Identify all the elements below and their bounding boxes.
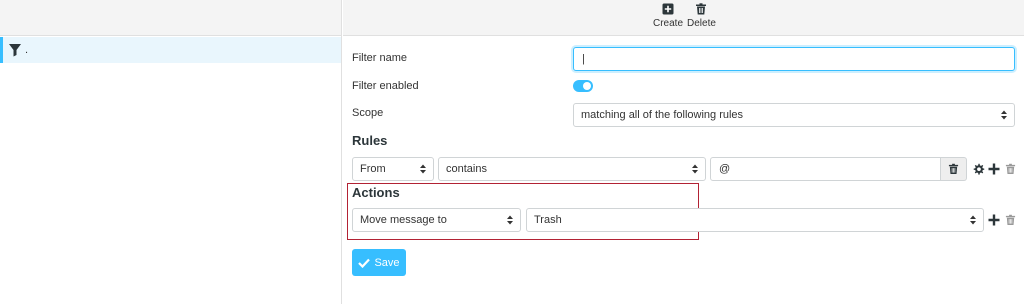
save-button-label: Save [374, 256, 400, 269]
add-rule-button[interactable] [987, 162, 1001, 176]
rule-header-select[interactable]: From [352, 157, 434, 181]
plus-icon [988, 163, 1000, 175]
action-target-value: Trash [534, 214, 562, 226]
rule-value-input[interactable]: @ [710, 157, 941, 181]
scope-select[interactable]: matching all of the following rules [573, 103, 1015, 127]
filter-name-input[interactable]: | [573, 47, 1015, 71]
delete-button-label: Delete [687, 18, 716, 29]
scope-label: Scope [352, 107, 384, 119]
filter-enabled-toggle[interactable] [573, 80, 593, 92]
action-type-value: Move message to [360, 214, 447, 226]
toolbar: Create Delete [343, 0, 1024, 36]
trash-icon [1005, 163, 1015, 175]
delete-button[interactable]: Delete [687, 3, 716, 29]
add-action-button[interactable] [987, 213, 1001, 227]
sort-caret-icon [970, 215, 976, 225]
action-type-select[interactable]: Move message to [352, 208, 521, 232]
filter-enabled-label: Filter enabled [352, 80, 419, 92]
action-target-select[interactable]: Trash [526, 208, 984, 232]
trash-icon [948, 163, 959, 175]
filter-list-pane: . [0, 0, 342, 304]
rule-value-text: @ [719, 163, 731, 175]
sort-caret-icon [1001, 110, 1007, 120]
plus-icon [988, 214, 1000, 226]
create-button-label: Create [653, 18, 684, 29]
rule-header-value: From [360, 163, 386, 175]
rule-value-delete-button[interactable] [941, 157, 967, 181]
rule-operator-select[interactable]: contains [438, 157, 706, 181]
filter-name-value: | [582, 53, 585, 65]
filter-name-label: Filter name [352, 52, 408, 64]
delete-action-button[interactable] [1003, 213, 1017, 227]
rules-heading: Rules [352, 133, 388, 148]
save-button[interactable]: Save [352, 249, 406, 276]
rule-operator-value: contains [446, 163, 487, 175]
filter-list-item-label: . [25, 44, 29, 56]
filter-edit-pane: Create Delete Filter name | Filter enabl… [343, 0, 1024, 304]
create-button[interactable]: Create [653, 3, 683, 29]
trash-icon [1005, 214, 1015, 226]
trash-icon [696, 3, 707, 15]
gear-icon [973, 163, 984, 175]
sort-caret-icon [692, 164, 698, 174]
filter-icon [9, 44, 21, 57]
rule-options-button[interactable] [971, 162, 985, 176]
filter-list-item[interactable]: . [0, 37, 341, 63]
sort-caret-icon [507, 215, 513, 225]
scope-select-value: matching all of the following rules [581, 109, 744, 121]
plus-square-icon [662, 3, 674, 15]
filter-list-header [0, 0, 341, 36]
delete-rule-button[interactable] [1003, 162, 1017, 176]
actions-heading: Actions [352, 185, 400, 200]
check-icon [358, 258, 371, 268]
sort-caret-icon [420, 164, 426, 174]
